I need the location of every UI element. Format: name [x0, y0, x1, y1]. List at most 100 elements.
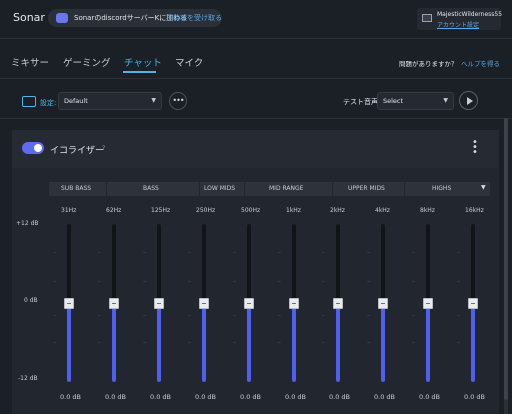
band-highs[interactable]: HIGHS — [432, 185, 451, 192]
config-row: 設定: Default ▼ ••• テスト音声 Select ▼ — [0, 88, 512, 116]
scale-tick: – — [98, 278, 101, 285]
eq-slider-handle[interactable] — [378, 298, 388, 309]
scale-tick: – — [98, 339, 101, 346]
tab-chat[interactable]: チャット — [124, 55, 162, 69]
kebab-menu-icon[interactable]: • • • — [472, 138, 478, 158]
scale-tick: – — [278, 339, 281, 346]
scale-tick: – — [143, 278, 146, 285]
more-options-button[interactable]: ••• — [169, 92, 187, 110]
tab-mic[interactable]: マイク — [175, 55, 203, 69]
scale-tick: – — [457, 249, 460, 256]
discord-icon — [56, 13, 68, 23]
gain-value: 0.0 dB — [240, 393, 261, 401]
chat-icon — [22, 96, 36, 107]
frequency-label: 62Hz — [106, 207, 122, 214]
account-settings-link[interactable]: アカウント設定 — [437, 20, 479, 29]
tabs-divider — [0, 78, 512, 79]
preset-value: Default — [64, 97, 88, 105]
scale-tick: – — [322, 278, 325, 285]
account-box[interactable]: MajesticWilderness55 アカウント設定 — [417, 8, 502, 30]
scale-tick: – — [412, 249, 415, 256]
scale-tick: – — [53, 339, 56, 346]
scale-tick: – — [143, 339, 146, 346]
eq-slider-fill — [381, 303, 385, 382]
band-separator — [244, 182, 245, 196]
scale-tick: – — [367, 312, 370, 319]
frequency-label: 500Hz — [241, 207, 261, 214]
band-separator — [404, 182, 405, 196]
gain-value: 0.0 dB — [285, 393, 306, 401]
band-mid-range[interactable]: MID RANGE — [269, 185, 303, 192]
eq-slider-handle[interactable] — [64, 298, 74, 309]
scale-tick: – — [53, 312, 56, 319]
scale-tick: – — [457, 278, 460, 285]
band-low-mids[interactable]: LOW MIDS — [204, 185, 235, 192]
scale-tick: – — [53, 249, 56, 256]
scale-tick: – — [143, 249, 146, 256]
test-audio-select[interactable]: Select ▼ — [377, 92, 454, 110]
gain-value: 0.0 dB — [105, 393, 126, 401]
help-question: 問題がありますか？ — [399, 60, 458, 68]
active-tab-indicator — [123, 71, 156, 73]
band-sub-bass[interactable]: SUB BASS — [61, 185, 91, 192]
help-icon[interactable]: ? — [102, 145, 105, 152]
eq-slider-handle[interactable] — [199, 298, 209, 309]
frequency-label: 31Hz — [61, 207, 77, 214]
scale-tick: – — [322, 312, 325, 319]
top-bar: Sonar SonarのdiscordサーバーKに加わる 招待状を受け取る Ma… — [0, 0, 512, 38]
gain-value: 0.0 dB — [419, 393, 440, 401]
equalizer-toggle[interactable] — [22, 142, 44, 154]
eq-slider-fill — [247, 303, 251, 382]
scale-tick: – — [233, 312, 236, 319]
db-label-mid: 0 dB — [24, 297, 38, 304]
db-label-bottom: -12 dB — [18, 375, 38, 382]
scale-tick: – — [412, 278, 415, 285]
scale-tick: – — [278, 249, 281, 256]
equalizer-title: イコライザー — [50, 146, 105, 156]
eq-slider-handle[interactable] — [423, 298, 433, 309]
band-separator — [106, 182, 107, 196]
config-label: 設定: — [40, 99, 57, 107]
scale-tick: – — [367, 339, 370, 346]
play-button[interactable] — [459, 91, 478, 110]
equalizer-panel: イコライザー ? • • • SUB BASS BASS LOW MIDS MID … — [12, 130, 499, 414]
eq-slider-fill — [471, 303, 475, 382]
scale-tick: – — [98, 249, 101, 256]
scale-tick: – — [322, 249, 325, 256]
scale-tick: – — [278, 312, 281, 319]
test-audio-value: Select — [383, 97, 404, 105]
preset-select[interactable]: Default ▼ — [58, 92, 162, 110]
help-link[interactable]: ヘルプを得る — [461, 58, 500, 68]
eq-slider-handle[interactable] — [333, 298, 343, 309]
tab-gaming[interactable]: ゲーミング — [63, 55, 111, 69]
scale-tick: – — [412, 312, 415, 319]
eq-slider-fill — [112, 303, 116, 382]
frequency-label: 250Hz — [196, 207, 216, 214]
eq-slider-handle[interactable] — [244, 298, 254, 309]
eq-slider-fill — [157, 303, 161, 382]
eq-slider-handle[interactable] — [468, 298, 478, 309]
eq-slider-handle[interactable] — [289, 298, 299, 309]
scale-tick: – — [233, 339, 236, 346]
chevron-down-icon[interactable]: ▼ — [481, 184, 486, 191]
chevron-down-icon: ▼ — [443, 97, 448, 104]
discord-banner[interactable]: SonarのdiscordサーバーKに加わる 招待状を受け取る — [48, 9, 222, 27]
scale-tick: – — [98, 312, 101, 319]
scale-tick: – — [188, 278, 191, 285]
eq-slider-handle[interactable] — [154, 298, 164, 309]
scrollbar-thumb[interactable] — [504, 118, 508, 400]
test-audio-label: テスト音声 — [343, 98, 378, 106]
discord-invite-link[interactable]: 招待状を受け取る — [166, 13, 222, 23]
chevron-down-icon: ▼ — [151, 97, 156, 104]
tab-mixer[interactable]: ミキサー — [11, 55, 49, 69]
eq-slider-handle[interactable] — [109, 298, 119, 309]
band-upper-mids[interactable]: UPPER MIDS — [348, 185, 385, 192]
db-label-top: +12 dB — [16, 220, 39, 227]
scale-tick: – — [457, 312, 460, 319]
band-separator — [332, 182, 333, 196]
gain-value: 0.0 dB — [195, 393, 216, 401]
scale-tick: – — [233, 249, 236, 256]
band-bass[interactable]: BASS — [143, 185, 159, 192]
eq-slider-fill — [426, 303, 430, 382]
scale-tick: – — [278, 278, 281, 285]
